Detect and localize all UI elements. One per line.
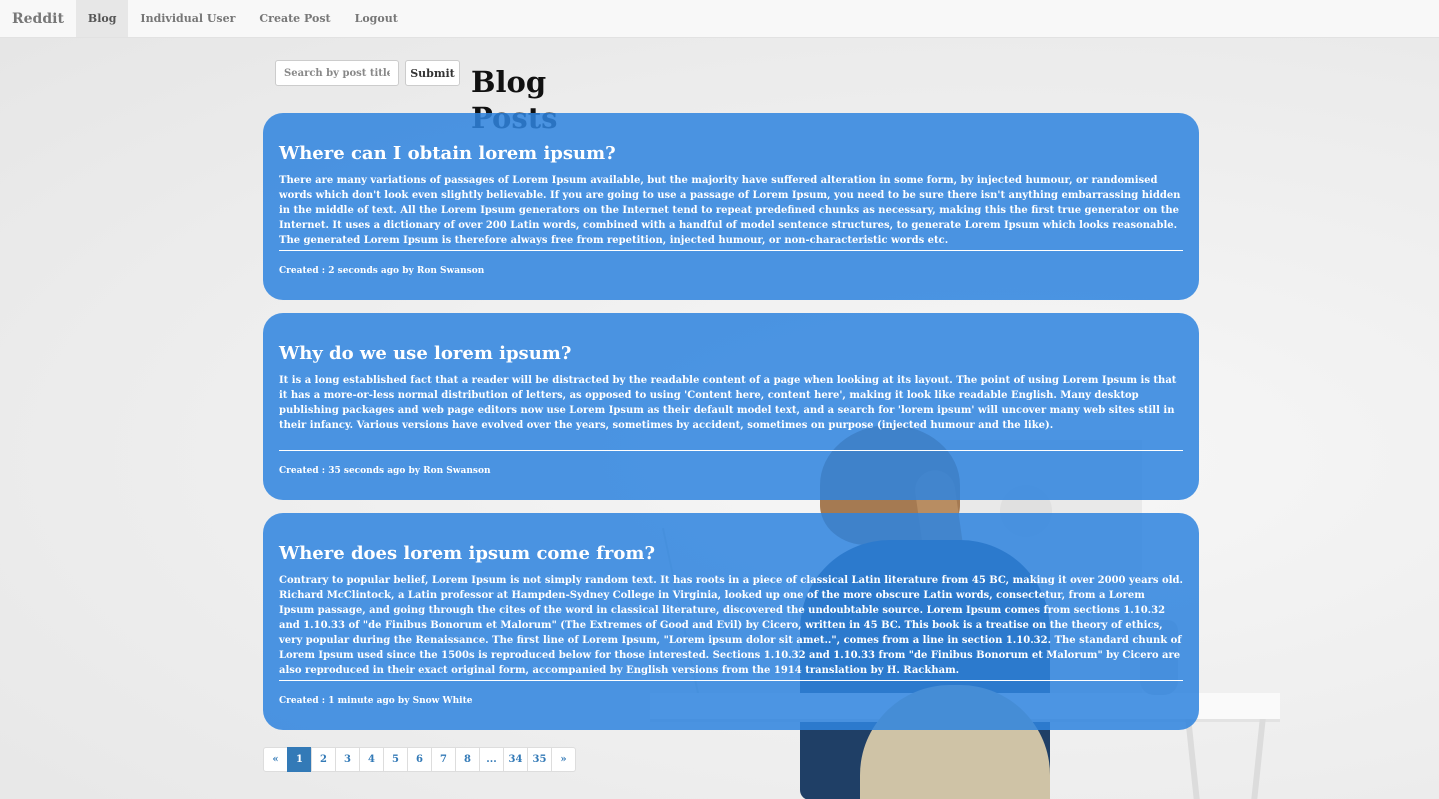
post-divider — [279, 680, 1183, 681]
pagination-page-4[interactable]: 4 — [359, 747, 384, 772]
pagination-page-35[interactable]: 35 — [527, 747, 552, 772]
post-divider — [279, 450, 1183, 451]
pagination-next-button[interactable]: » — [551, 747, 576, 772]
pagination-page-2[interactable]: 2 — [311, 747, 336, 772]
pagination-page-6[interactable]: 6 — [407, 747, 432, 772]
post-card[interactable]: Where does lorem ipsum come from? Contra… — [263, 513, 1199, 730]
post-title[interactable]: Where can I obtain lorem ipsum? — [279, 143, 1183, 165]
post-body: It is a long established fact that a rea… — [279, 375, 1177, 431]
pagination-page-5[interactable]: 5 — [383, 747, 408, 772]
post-meta: Created : 35 seconds ago by Ron Swanson — [279, 466, 491, 476]
navbar: Reddit Blog Individual User Create Post … — [0, 0, 1439, 38]
nav-item-logout[interactable]: Logout — [343, 0, 410, 37]
pagination-page-8[interactable]: 8 — [455, 747, 480, 772]
post-title[interactable]: Why do we use lorem ipsum? — [279, 343, 1183, 365]
nav-item-blog[interactable]: Blog — [75, 0, 129, 37]
pagination-page-34[interactable]: 34 — [503, 747, 528, 772]
submit-button[interactable]: Submit — [405, 60, 460, 86]
post-card[interactable]: Where can I obtain lorem ipsum? There ar… — [263, 113, 1199, 300]
post-title[interactable]: Where does lorem ipsum come from? — [279, 543, 1183, 565]
nav-item-individual-user[interactable]: Individual User — [128, 0, 247, 37]
post-divider — [279, 250, 1183, 251]
post-card[interactable]: Why do we use lorem ipsum? It is a long … — [263, 313, 1199, 500]
search-input[interactable] — [275, 60, 399, 86]
post-body: There are many variations of passages of… — [279, 175, 1181, 246]
post-body: Contrary to popular belief, Lorem Ipsum … — [279, 575, 1183, 676]
pagination-page-1[interactable]: 1 — [287, 747, 312, 772]
nav-item-create-post[interactable]: Create Post — [247, 0, 342, 37]
navbar-brand[interactable]: Reddit — [0, 0, 76, 37]
pagination-ellipsis[interactable]: ... — [479, 747, 504, 772]
post-meta: Created : 2 seconds ago by Ron Swanson — [279, 266, 485, 276]
pagination: « 1 2 3 4 5 6 7 8 ... 34 35 » — [263, 747, 576, 772]
pagination-prev-button[interactable]: « — [263, 747, 288, 772]
pagination-page-3[interactable]: 3 — [335, 747, 360, 772]
post-meta: Created : 1 minute ago by Snow White — [279, 696, 473, 706]
pagination-page-7[interactable]: 7 — [431, 747, 456, 772]
